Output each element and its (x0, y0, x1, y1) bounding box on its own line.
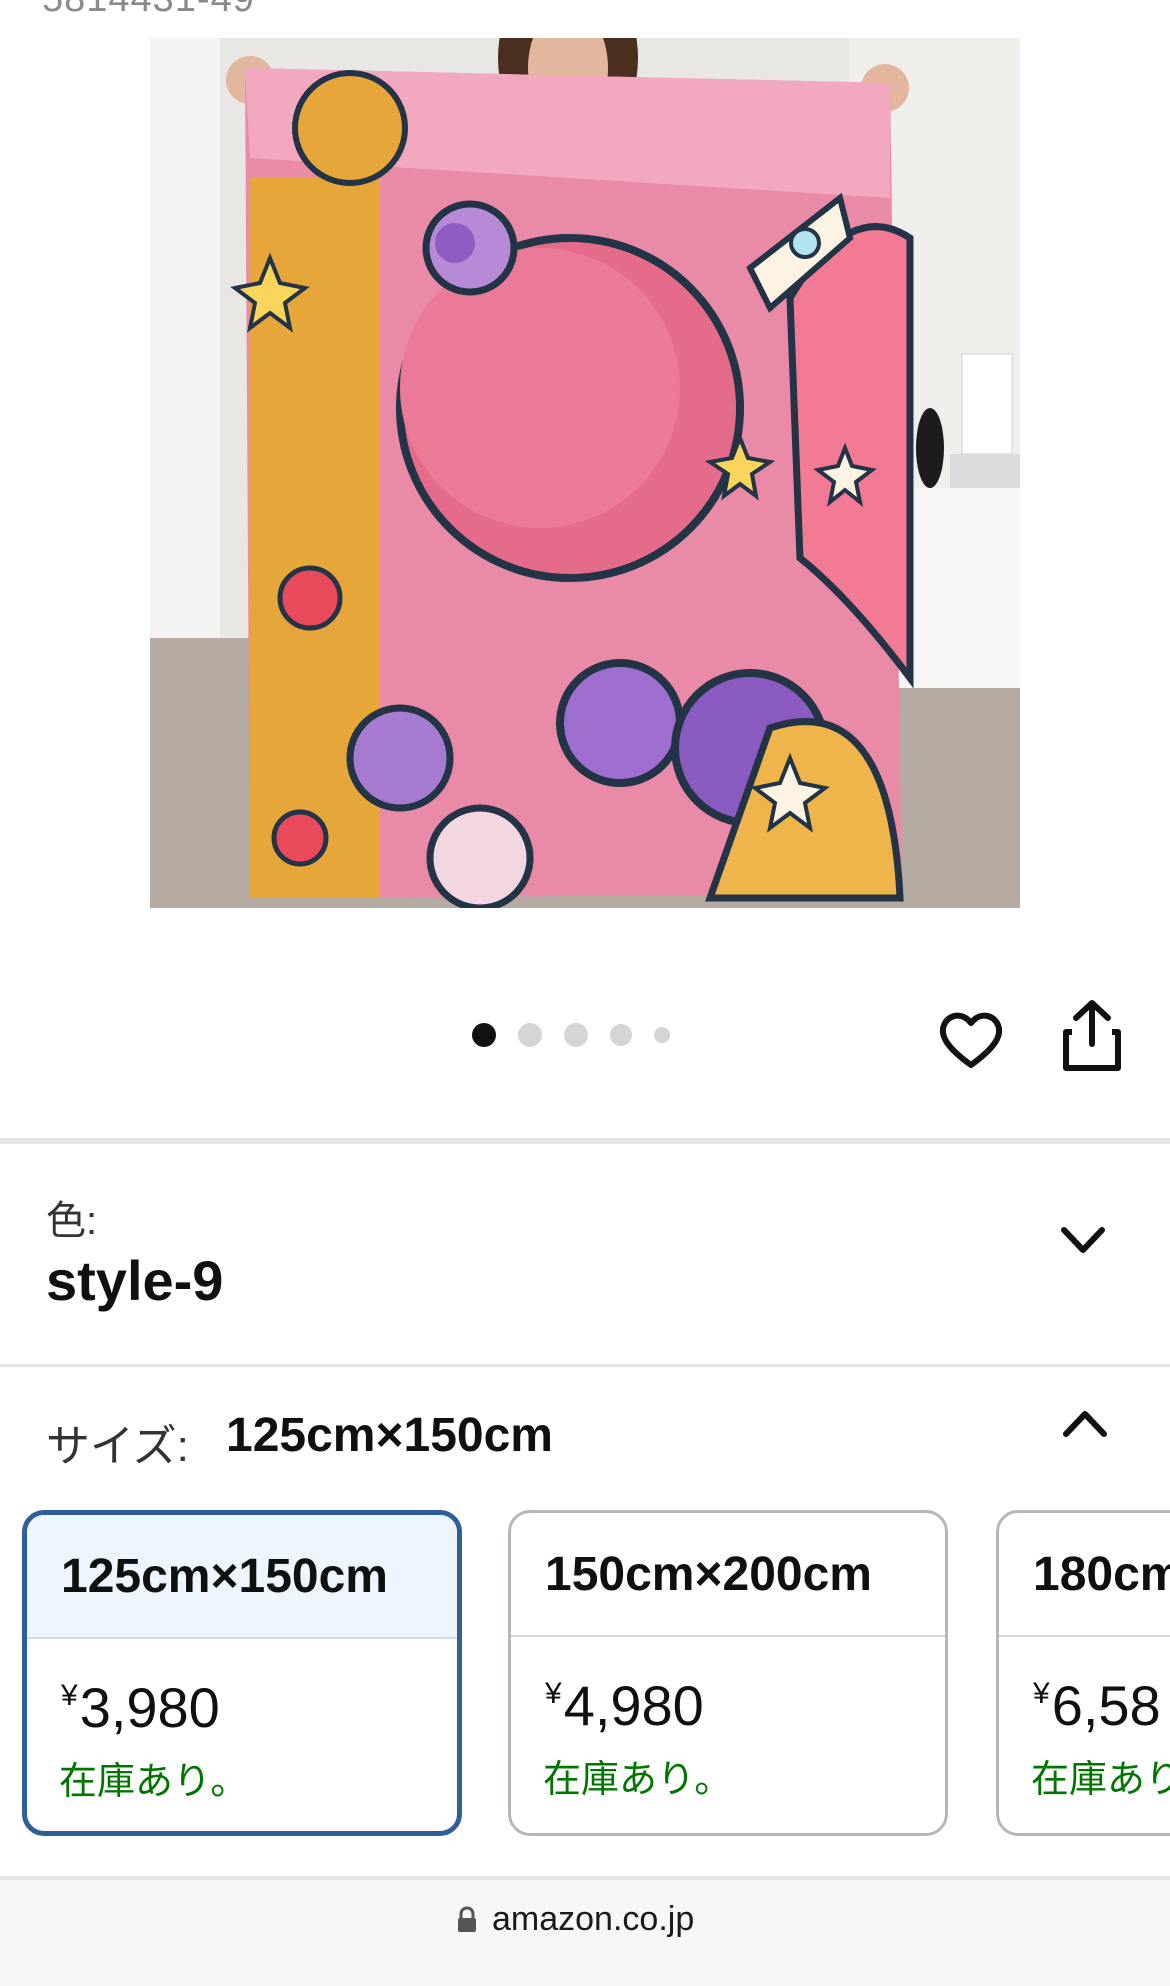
size-option-card[interactable]: 150cm×200cm ¥4,980 在庫あり。 (508, 1510, 948, 1836)
size-option-card[interactable]: 180cm ¥6,58 在庫あり (996, 1510, 1170, 1836)
product-image[interactable] (150, 38, 1020, 908)
pagination-dot-5[interactable] (654, 1027, 670, 1043)
section-divider (0, 1364, 1170, 1367)
stock-status: 在庫あり。 (543, 1759, 733, 1801)
color-label: 色: (46, 1199, 98, 1243)
size-option-label: 150cm×200cm (511, 1513, 945, 1637)
size-options-carousel[interactable]: 125cm×150cm ¥3,980 在庫あり。 150cm×200cm ¥4,… (0, 1508, 1170, 1838)
pagination-dot-4[interactable] (610, 1024, 632, 1046)
size-option-price: ¥6,58 (999, 1673, 1170, 1738)
chevron-down-icon[interactable] (1058, 1220, 1108, 1260)
url-display[interactable]: amazon.co.jp (456, 1900, 694, 1939)
price-amount: 4,980 (563, 1674, 704, 1737)
share-button[interactable] (1060, 998, 1124, 1074)
size-option-price: ¥3,980 (27, 1675, 457, 1740)
size-option-label: 180cm (999, 1513, 1170, 1637)
price-amount: 3,980 (79, 1676, 220, 1739)
color-value: style-9 (46, 1249, 224, 1312)
size-option-card[interactable]: 125cm×150cm ¥3,980 在庫あり。 (22, 1510, 462, 1836)
product-photo-illustration (150, 38, 1020, 908)
heart-icon (939, 1012, 1003, 1068)
size-option-label: 125cm×150cm (27, 1515, 457, 1639)
share-icon (1063, 1000, 1121, 1071)
currency-symbol: ¥ (61, 1679, 78, 1712)
url-text: amazon.co.jp (492, 1900, 695, 1938)
pagination-dot-3[interactable] (564, 1023, 588, 1047)
size-value: 125cm×150cm (226, 1409, 553, 1462)
lock-icon (458, 1905, 476, 1932)
stock-status: 在庫あり (1031, 1759, 1170, 1801)
pagination-dot-1[interactable] (472, 1023, 496, 1047)
image-pagination-dots[interactable] (472, 1022, 692, 1048)
size-option-price: ¥4,980 (511, 1673, 945, 1738)
color-selector[interactable]: 色: style-9 (0, 1144, 1170, 1364)
currency-symbol: ¥ (1033, 1677, 1050, 1710)
pagination-dot-2[interactable] (518, 1023, 542, 1047)
product-id-text: 5814431-49 (42, 0, 255, 21)
size-selector[interactable]: サイズ: 125cm×150cm (0, 1368, 1170, 1508)
chevron-up-icon[interactable] (1060, 1404, 1110, 1444)
price-amount: 6,58 (1051, 1674, 1161, 1737)
browser-address-bar[interactable]: amazon.co.jp (0, 1878, 1170, 1986)
size-label: サイズ: (46, 1422, 189, 1471)
currency-symbol: ¥ (545, 1677, 562, 1710)
stock-status: 在庫あり。 (59, 1761, 249, 1803)
favorite-button[interactable] (936, 1005, 1006, 1075)
